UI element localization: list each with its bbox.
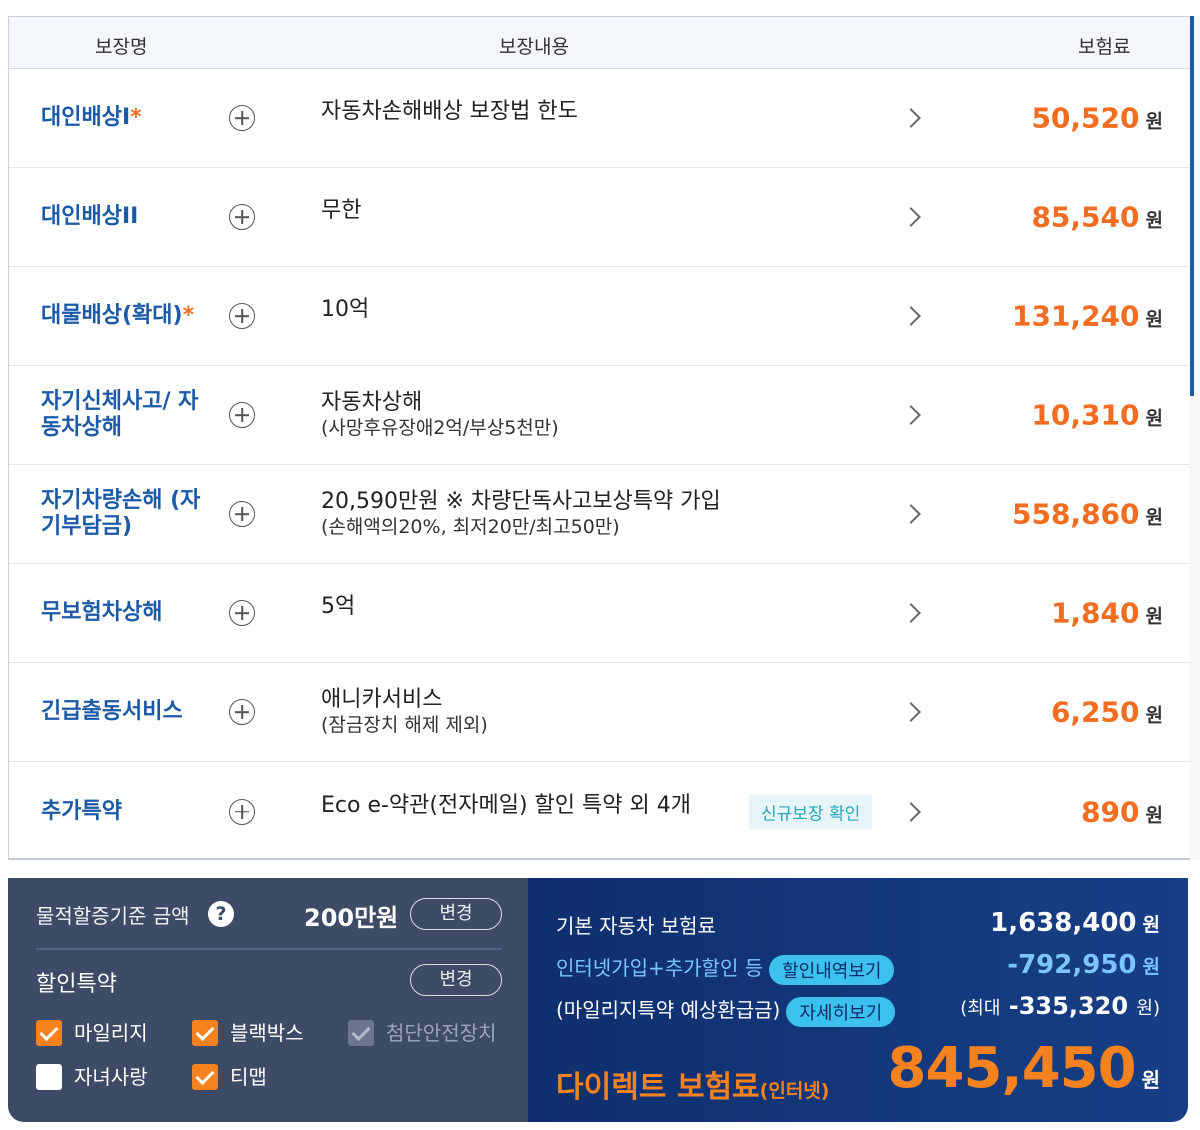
surcharge-change-button[interactable]: 변경 xyxy=(410,898,502,930)
coverage-content: 20,590만원 ※ 차량단독사고보상특약 가입 (손해액의20%, 최저20만/… xyxy=(321,489,901,539)
coverage-content: 자동차손해배상 보장법 한도 xyxy=(321,99,578,125)
header-coverage-content: 보장내용 xyxy=(499,36,569,58)
table-row[interactable]: 추가특약 Eco e-약관(전자메일) 할인 특약 외 4개 신규보장 확인 8… xyxy=(9,762,1191,861)
coverage-content: 10억 xyxy=(321,297,370,323)
chevron-right-icon[interactable] xyxy=(901,306,921,326)
internet-discount-line: 인터넷가입+추가할인 등 할인내역보기 xyxy=(556,952,895,985)
chevron-right-icon[interactable] xyxy=(901,702,921,722)
checkbox-disabled-icon xyxy=(348,1020,374,1046)
base-premium-label: 기본 자동차 보험료 xyxy=(556,914,716,938)
coverage-premium: 131,240 원 xyxy=(1011,299,1163,333)
expand-plus-icon[interactable] xyxy=(229,303,255,329)
direct-premium-total: 845,450 원 xyxy=(887,1036,1160,1101)
table-row[interactable]: 무보험차상해 5억 1,840 원 xyxy=(9,564,1191,663)
base-premium-amount: 1,638,400 원 xyxy=(990,908,1160,938)
view-discount-button[interactable]: 할인내역보기 xyxy=(769,954,895,985)
coverage-content: 자동차상해 (사망후유장애2억/부상5천만) xyxy=(321,390,901,440)
discount-change-button[interactable]: 변경 xyxy=(410,964,502,996)
coverage-content-sub: (잠금장치 해제 제외) xyxy=(321,714,488,736)
table-row[interactable]: 자기신체사고/ 자동차상해 자동차상해 (사망후유장애2억/부상5천만) 10,3… xyxy=(9,366,1191,465)
coverage-premium: 1,840 원 xyxy=(1050,596,1163,630)
premium-calculator: 보장명 보장내용 보험료 대인배상I* 자동차손해배상 보장법 한도 50,52… xyxy=(0,0,1200,1130)
checkbox-checked-icon[interactable] xyxy=(192,1064,218,1090)
coverage-content-sub: (사망후유장애2억/부상5천만) xyxy=(321,417,559,439)
table-row[interactable]: 대물배상(확대)* 10억 131,240 원 xyxy=(9,267,1191,366)
coverage-name: 자기차량손해 (자기부담금) xyxy=(41,488,201,539)
coverage-premium: 50,520 원 xyxy=(1031,101,1163,135)
scrollbar[interactable] xyxy=(1190,16,1200,860)
checkbox-checked-icon[interactable] xyxy=(36,1020,62,1046)
table-row[interactable]: 대인배상II 무한 85,540 원 xyxy=(9,168,1191,267)
help-question-icon[interactable]: ? xyxy=(208,901,234,927)
mileage-refund-amount: (최대 -335,320 원) xyxy=(960,992,1160,1020)
coverage-content: 무한 xyxy=(321,198,362,224)
coverage-content: 애니카서비스 (잠금장치 해제 제외) xyxy=(321,687,901,737)
expand-plus-icon[interactable] xyxy=(229,600,255,626)
coverage-name: 추가특약 xyxy=(41,798,122,824)
premium-summary-panel: 기본 자동차 보험료 1,638,400 원 인터넷가입+추가할인 등 할인내역보기… xyxy=(528,878,1188,1122)
coverage-premium: 558,860 원 xyxy=(1011,497,1163,531)
chevron-right-icon[interactable] xyxy=(901,801,921,822)
expand-plus-icon[interactable] xyxy=(229,402,255,428)
header-coverage-name: 보장명 xyxy=(95,36,148,58)
expand-plus-icon[interactable] xyxy=(229,798,255,825)
coverage-name: 긴급출동서비스 xyxy=(41,699,183,724)
surcharge-label: 물적할증기준 금액 xyxy=(36,904,190,928)
checkbox-tmap[interactable]: 티맵 xyxy=(192,1064,267,1090)
coverage-name: 무보험차상해 xyxy=(41,600,163,625)
view-details-button[interactable]: 자세히보기 xyxy=(786,996,896,1027)
checkbox-blackbox[interactable]: 블랙박스 xyxy=(192,1020,304,1046)
expand-plus-icon[interactable] xyxy=(229,699,255,725)
mileage-refund-line: (마일리지특약 예상환급금) 자세히보기 xyxy=(556,994,896,1027)
discount-special-label: 할인특약 xyxy=(36,972,117,997)
coverage-premium: 890 원 xyxy=(1081,795,1163,828)
coverage-name: 대물배상(확대)* xyxy=(41,303,195,328)
table-row[interactable]: 자기차량손해 (자기부담금) 20,590만원 ※ 차량단독사고보상특약 가입(… xyxy=(9,465,1191,564)
discount-settings-panel: 물적할증기준 금액 ? 200만원 변경 할인특약 변경 마일리지 블랙박스 첨… xyxy=(8,878,528,1122)
coverage-content-sub: (손해액의20%, 최저20만/최고50만) xyxy=(321,516,620,538)
new-coverage-badge[interactable]: 신규보장 확인 xyxy=(749,794,873,829)
discount-amount: -792,950 원 xyxy=(1007,950,1160,980)
table-row[interactable]: 긴급출동서비스 애니카서비스 (잠금장치 해제 제외) 6,250 원 xyxy=(9,663,1191,762)
summary-panel: 물적할증기준 금액 ? 200만원 변경 할인특약 변경 마일리지 블랙박스 첨… xyxy=(8,878,1188,1122)
checkbox-checked-icon[interactable] xyxy=(192,1020,218,1046)
checkbox-mileage[interactable]: 마일리지 xyxy=(36,1020,148,1046)
coverage-premium: 6,250 원 xyxy=(1050,695,1163,729)
header-premium: 보험료 xyxy=(1078,36,1131,58)
chevron-right-icon[interactable] xyxy=(901,603,921,623)
checkbox-advanced-safety: 첨단안전장치 xyxy=(348,1020,496,1046)
checkbox-unchecked-icon[interactable] xyxy=(36,1064,62,1090)
coverage-name: 자기신체사고/ 자동차상해 xyxy=(41,389,199,440)
surcharge-amount: 200만원 xyxy=(304,904,399,932)
coverage-premium: 10,310 원 xyxy=(1031,398,1163,432)
direct-premium-label: 다이렉트 보험료(인터넷) xyxy=(556,1070,830,1105)
table-row[interactable]: 대인배상I* 자동차손해배상 보장법 한도 50,520 원 xyxy=(9,69,1191,168)
expand-plus-icon[interactable] xyxy=(229,501,255,527)
chevron-right-icon[interactable] xyxy=(901,504,921,524)
chevron-right-icon[interactable] xyxy=(901,108,921,128)
checkbox-child-love[interactable]: 자녀사랑 xyxy=(36,1064,148,1090)
coverage-name: 대인배상II xyxy=(41,204,139,229)
table-header: 보장명 보장내용 보험료 xyxy=(9,17,1191,69)
divider xyxy=(36,948,502,950)
chevron-right-icon[interactable] xyxy=(901,207,921,227)
coverage-name: 대인배상I* xyxy=(41,105,142,130)
chevron-right-icon[interactable] xyxy=(901,405,921,425)
expand-plus-icon[interactable] xyxy=(229,204,255,230)
scrollbar-thumb[interactable] xyxy=(1190,16,1194,396)
coverage-content: 5억 xyxy=(321,594,356,620)
coverage-premium: 85,540 원 xyxy=(1031,200,1163,234)
expand-plus-icon[interactable] xyxy=(229,105,255,131)
coverage-table: 보장명 보장내용 보험료 대인배상I* 자동차손해배상 보장법 한도 50,52… xyxy=(8,16,1192,860)
